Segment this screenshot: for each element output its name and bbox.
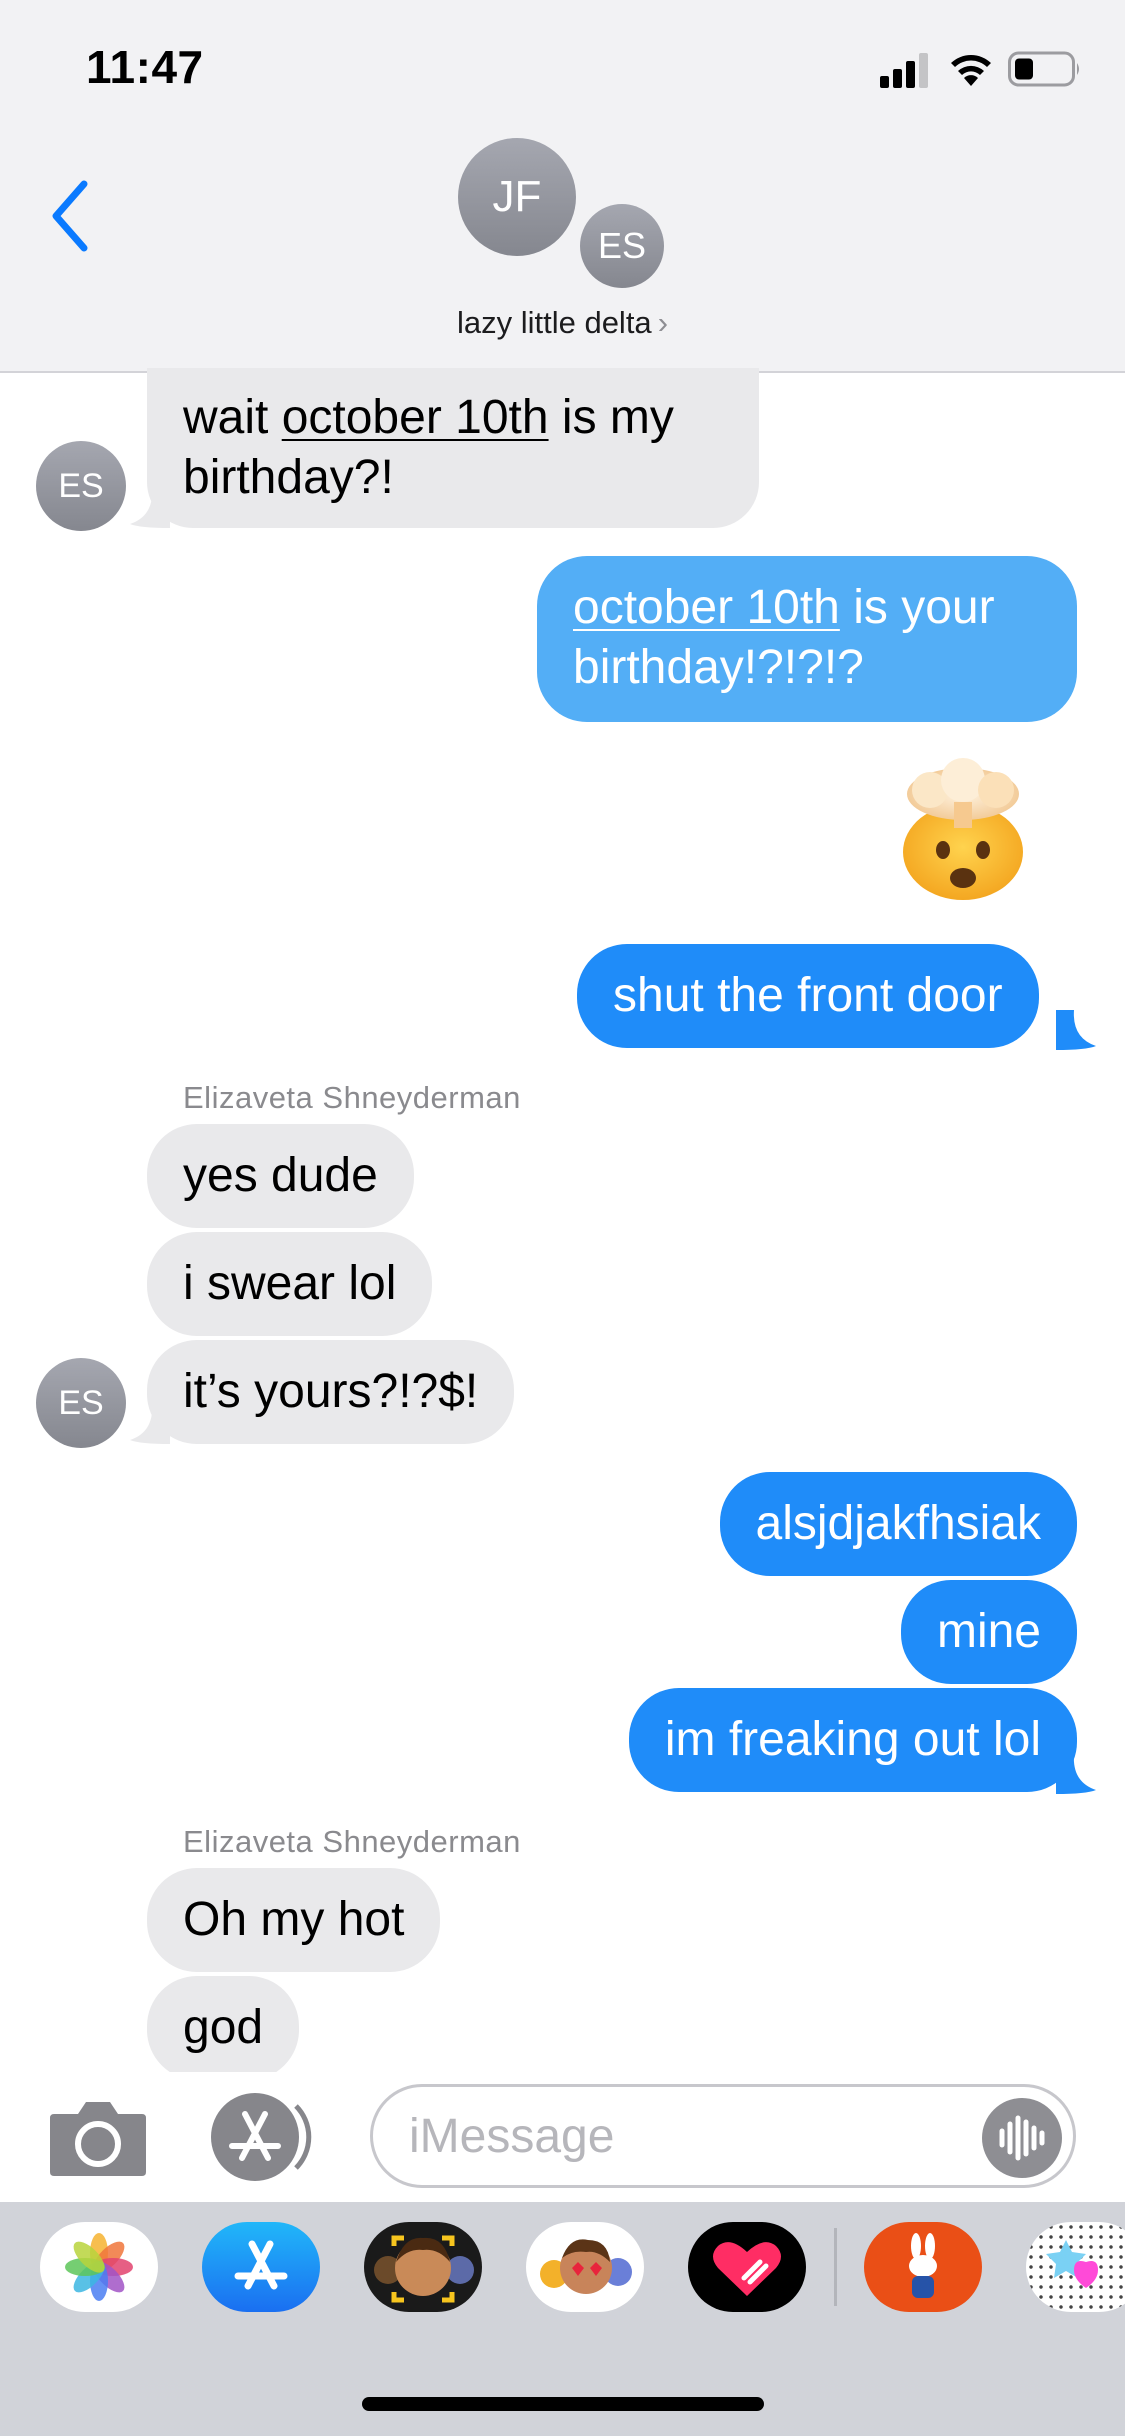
message-bubble-incoming[interactable]: god: [147, 1976, 300, 2080]
message-bubble-incoming[interactable]: Oh my hot: [147, 1868, 441, 1972]
home-indicator[interactable]: [362, 2397, 764, 2411]
chevron-right-icon: ›: [657, 305, 669, 340]
memoji-app-icon[interactable]: [364, 2222, 482, 2312]
waveform-glyph: [999, 2115, 1045, 2161]
message-line: october 10th is your: [573, 578, 1041, 638]
bubble-tail: [1056, 1010, 1096, 1050]
message-bubble-outgoing[interactable]: alsjdjakfhsiak: [719, 1472, 1077, 1576]
group-name-label: lazy little delta: [456, 305, 652, 340]
stickers-app-icon[interactable]: [1026, 2222, 1125, 2312]
wifi-icon: [951, 55, 991, 86]
message-text: is your: [839, 581, 995, 634]
avatar-jf[interactable]: JF: [458, 138, 576, 256]
app-store-app-icon[interactable]: [202, 2222, 320, 2312]
message-bubble-outgoing[interactable]: shut the front door: [577, 944, 1039, 1048]
bubble-tail: [1056, 1754, 1096, 1794]
message-line: wait october 10th is my: [183, 388, 723, 448]
message-bubble-incoming[interactable]: i swear lol: [147, 1232, 433, 1336]
message-bubble-incoming[interactable]: it’s yours?!?$!: [147, 1340, 515, 1444]
waveform-icon[interactable]: [982, 2098, 1062, 2178]
memoji-stickers-app-icon[interactable]: [526, 2222, 644, 2312]
cellular-signal-icon: [880, 53, 928, 88]
message-bubble-incoming[interactable]: yes dude: [147, 1124, 414, 1228]
avatar-es[interactable]: ES: [36, 441, 126, 531]
message-bubble-outgoing[interactable]: im freaking out lol: [628, 1688, 1077, 1792]
message-bubble-outgoing[interactable]: october 10th is your birthday!?!?!?: [537, 556, 1077, 722]
date-link[interactable]: october 10th: [573, 581, 840, 634]
back-chevron-icon[interactable]: [44, 176, 94, 256]
sender-name: Elizaveta Shneyderman: [183, 1080, 521, 1115]
photos-app-icon[interactable]: [40, 2222, 158, 2312]
battery-icon: [1008, 51, 1079, 87]
message-line: birthday!?!?!?: [573, 641, 864, 694]
message-bubble-incoming[interactable]: wait october 10th is my birthday?!: [147, 368, 759, 528]
message-input[interactable]: [370, 2084, 1076, 2188]
date-link[interactable]: october 10th: [282, 391, 549, 444]
message-bubble-outgoing[interactable]: mine: [900, 1580, 1077, 1684]
miffy-stickers-app-icon[interactable]: [864, 2222, 982, 2312]
exploding-head-emoji[interactable]: [888, 752, 1038, 902]
avatar-es[interactable]: ES: [576, 200, 668, 292]
bubble-tail: [130, 1404, 170, 1444]
sender-name: Elizaveta Shneyderman: [183, 1824, 521, 1859]
message-text: is my: [548, 391, 674, 444]
bubble-tail: [130, 488, 170, 528]
status-time: 11:47: [86, 41, 204, 93]
avatar-es[interactable]: ES: [36, 1358, 126, 1448]
message-line: birthday?!: [183, 451, 394, 504]
group-name[interactable]: lazy little delta ›: [0, 305, 1125, 341]
message-text: wait: [183, 391, 282, 444]
drawer-divider: [834, 2228, 837, 2306]
app-store-icon[interactable]: [210, 2092, 320, 2182]
camera-icon[interactable]: [48, 2096, 148, 2178]
digital-touch-app-icon[interactable]: [688, 2222, 806, 2312]
